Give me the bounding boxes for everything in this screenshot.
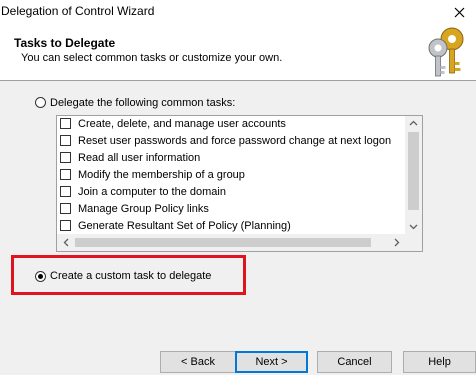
- task-item[interactable]: Reset user passwords and force password …: [57, 133, 405, 150]
- task-checkbox[interactable]: [60, 186, 71, 197]
- chevron-right-icon: [394, 238, 399, 247]
- horizontal-scroll-thumb[interactable]: [75, 238, 371, 247]
- vertical-scrollbar[interactable]: [405, 116, 422, 234]
- keys-icon: [428, 27, 464, 77]
- back-button[interactable]: < Back: [160, 351, 236, 373]
- chevron-left-icon: [63, 238, 68, 247]
- task-item[interactable]: Modify the membership of a group: [57, 167, 405, 184]
- tasks-list: Create, delete, and manage user accounts…: [57, 116, 405, 235]
- task-label: Reset user passwords and force password …: [78, 135, 392, 147]
- scroll-up-button[interactable]: [405, 116, 422, 130]
- task-label: Generate Resultant Set of Policy (Planni…: [78, 220, 291, 232]
- scroll-down-button[interactable]: [405, 220, 422, 234]
- task-checkbox[interactable]: [60, 169, 71, 180]
- title-bar: Delegation of Control Wizard: [0, 0, 476, 24]
- horizontal-scrollbar[interactable]: [57, 234, 405, 251]
- window-title: Delegation of Control Wizard: [1, 4, 155, 18]
- wizard-content: Delegate the following common tasks: Cre…: [0, 81, 476, 342]
- help-button[interactable]: Help: [403, 351, 476, 373]
- task-item[interactable]: Join a computer to the domain: [57, 184, 405, 201]
- task-label: Join a computer to the domain: [78, 186, 226, 198]
- custom-task-label[interactable]: Create a custom task to delegate: [50, 270, 211, 282]
- next-button[interactable]: Next >: [235, 351, 308, 373]
- task-label: Modify the membership of a group: [78, 169, 245, 181]
- task-item[interactable]: Generate Resultant Set of Policy (Planni…: [57, 218, 405, 235]
- task-checkbox[interactable]: [60, 118, 71, 129]
- task-checkbox[interactable]: [60, 135, 71, 146]
- task-label: Read all user information: [78, 152, 201, 164]
- task-item[interactable]: Manage Group Policy links: [57, 201, 405, 218]
- button-bar: < Back Next > Cancel Help: [0, 342, 476, 375]
- chevron-down-icon: [409, 224, 418, 230]
- close-button[interactable]: [448, 0, 470, 24]
- custom-task-radio[interactable]: [35, 271, 46, 282]
- close-icon: [454, 7, 464, 17]
- chevron-up-icon: [409, 120, 418, 126]
- common-tasks-label[interactable]: Delegate the following common tasks:: [50, 97, 235, 109]
- task-item[interactable]: Read all user information: [57, 150, 405, 167]
- task-checkbox[interactable]: [60, 220, 71, 231]
- task-checkbox[interactable]: [60, 203, 71, 214]
- tasks-listbox[interactable]: Create, delete, and manage user accounts…: [56, 115, 423, 252]
- page-title: Tasks to Delegate: [14, 36, 116, 50]
- task-item[interactable]: Create, delete, and manage user accounts: [57, 116, 405, 133]
- page-subtitle: You can select common tasks or customize…: [21, 52, 283, 64]
- common-tasks-radio[interactable]: [35, 97, 46, 108]
- scroll-right-button[interactable]: [388, 234, 405, 251]
- task-label: Create, delete, and manage user accounts: [78, 118, 286, 130]
- wizard-header: Tasks to Delegate You can select common …: [0, 24, 476, 81]
- cancel-button[interactable]: Cancel: [317, 351, 392, 373]
- vertical-scroll-thumb[interactable]: [408, 132, 419, 210]
- task-label: Manage Group Policy links: [78, 203, 209, 215]
- scroll-left-button[interactable]: [57, 234, 74, 251]
- scrollbar-corner: [405, 234, 422, 251]
- task-checkbox[interactable]: [60, 152, 71, 163]
